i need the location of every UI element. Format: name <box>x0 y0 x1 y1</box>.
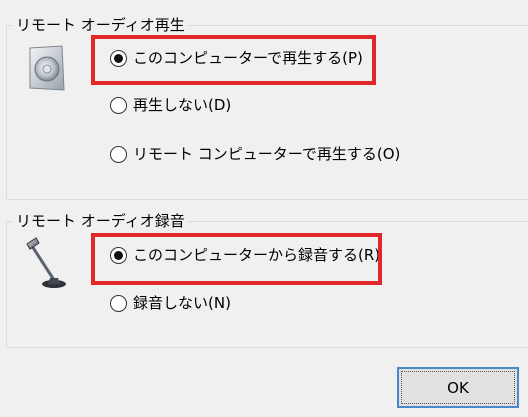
record-from-this-computer-radio[interactable]: このコンピューターから録音する(R) <box>110 245 380 265</box>
radio-label: このコンピューターから録音する(R) <box>133 246 381 264</box>
focus-rectangle <box>401 371 515 404</box>
radio-label: 再生しない(D) <box>133 96 232 114</box>
do-not-record-radio[interactable]: 録音しない(N) <box>110 293 231 313</box>
ok-button[interactable]: OK <box>397 367 519 408</box>
radio-indicator[interactable] <box>110 294 127 312</box>
playback-group-title: リモート オーディオ再生 <box>13 16 188 34</box>
radio-label: このコンピューターで再生する(P) <box>133 49 363 67</box>
play-on-this-computer-radio[interactable]: このコンピューターで再生する(P) <box>110 48 363 68</box>
do-not-play-radio[interactable]: 再生しない(D) <box>110 95 231 115</box>
recording-groupbox <box>6 221 528 348</box>
microphone-icon <box>26 237 66 288</box>
recording-group-title: リモート オーディオ録音 <box>13 212 188 230</box>
radio-indicator[interactable] <box>110 246 127 264</box>
speaker-icon <box>29 45 65 91</box>
radio-label: リモート コンピューターで再生する(O) <box>133 145 401 163</box>
radio-indicator[interactable] <box>110 96 127 114</box>
radio-indicator[interactable] <box>110 145 127 163</box>
radio-indicator[interactable] <box>110 49 127 67</box>
play-on-remote-computer-radio[interactable]: リモート コンピューターで再生する(O) <box>110 144 400 164</box>
radio-label: 録音しない(N) <box>133 294 231 312</box>
